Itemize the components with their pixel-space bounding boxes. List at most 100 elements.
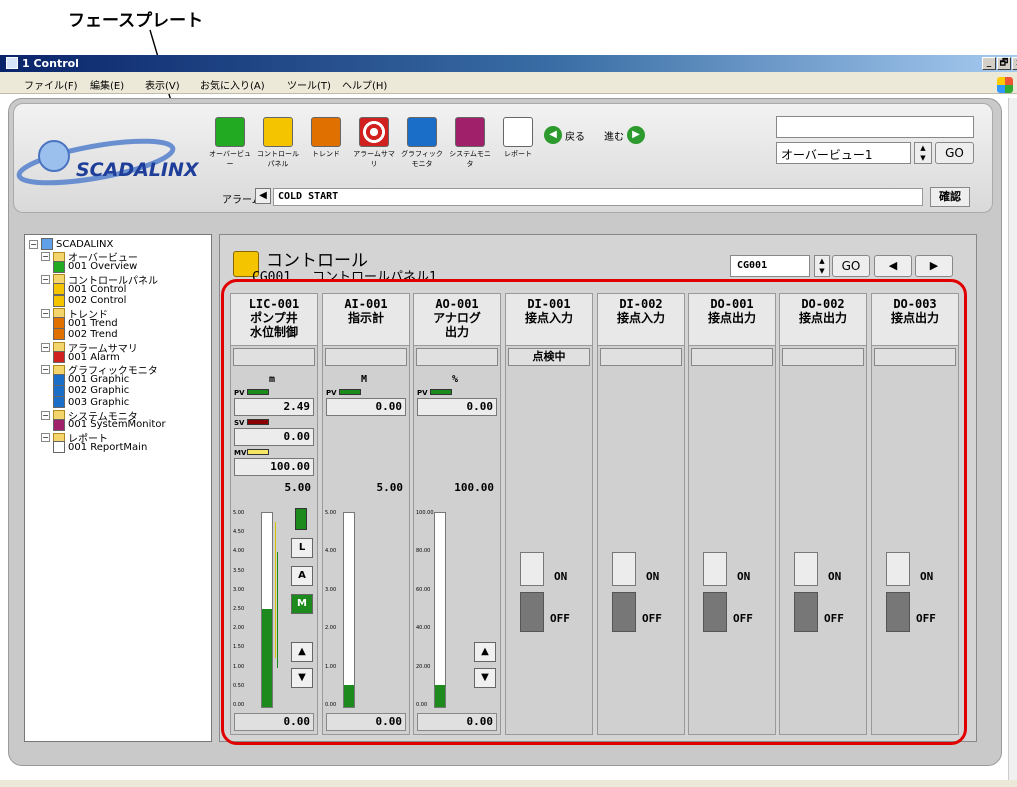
range-high-value: 5.00 bbox=[284, 481, 312, 494]
mode-button-m[interactable]: M bbox=[291, 594, 313, 614]
on-indicator[interactable] bbox=[703, 552, 727, 586]
gauge-tick-label: 3.50 bbox=[233, 568, 245, 574]
gauge-tick-label: 0.00 bbox=[416, 702, 428, 708]
overview-select[interactable]: オーバービュー1 bbox=[776, 142, 911, 164]
tree-item[interactable]: 001 SystemMonitor bbox=[53, 418, 166, 431]
toolbar-report-button[interactable]: レポート bbox=[494, 117, 542, 159]
previous-group-button[interactable]: ◀ bbox=[874, 255, 912, 277]
faceplate-status bbox=[233, 348, 315, 366]
tree-item-label: 003 Graphic bbox=[68, 396, 130, 408]
tree-item-label: 001 Alarm bbox=[68, 351, 120, 363]
lower-button[interactable]: ▼ bbox=[291, 668, 313, 688]
toolbar-overview-button[interactable]: オーバービュー bbox=[206, 117, 254, 169]
overview-spinner[interactable]: ▲ ▼ bbox=[914, 142, 932, 164]
raise-button[interactable]: ▲ bbox=[474, 642, 496, 662]
menu-edit[interactable]: 編集(E) bbox=[90, 77, 124, 92]
off-indicator[interactable] bbox=[703, 592, 727, 632]
menu-file[interactable]: ファイル(F) bbox=[24, 77, 78, 92]
control-group-spinner[interactable]: ▲ ▼ bbox=[814, 255, 830, 277]
tree-item-label: 001 Graphic bbox=[68, 374, 130, 386]
raise-button[interactable]: ▲ bbox=[291, 642, 313, 662]
overview-go-button[interactable]: GO bbox=[935, 142, 974, 164]
tree-item[interactable]: 001 ReportMain bbox=[53, 441, 147, 454]
off-indicator[interactable] bbox=[520, 592, 544, 632]
on-indicator[interactable] bbox=[520, 552, 544, 586]
off-label: OFF bbox=[916, 612, 936, 625]
address-input[interactable] bbox=[776, 116, 974, 138]
tree-collapse-icon[interactable]: − bbox=[41, 365, 50, 375]
toolbar-system-monitor-button[interactable]: システムモニタ bbox=[446, 117, 494, 169]
tree-item[interactable]: 001 Alarm bbox=[53, 351, 120, 363]
faceplate-status bbox=[416, 348, 498, 366]
on-indicator[interactable] bbox=[886, 552, 910, 586]
gauge-tick-label: 3.00 bbox=[233, 587, 245, 593]
tree-collapse-icon[interactable]: − bbox=[29, 239, 38, 249]
off-indicator[interactable] bbox=[612, 592, 636, 632]
toolbar-trend-label: トレンド bbox=[312, 150, 340, 158]
acknowledge-button[interactable]: 確認 bbox=[930, 187, 970, 207]
gauge-tick-label: 4.00 bbox=[233, 548, 245, 554]
on-label: ON bbox=[737, 570, 751, 583]
sv-indicator bbox=[247, 419, 269, 425]
toolbar-trend-button[interactable]: トレンド bbox=[302, 117, 350, 159]
faceplate-header: AI-001 指示計 bbox=[323, 294, 409, 346]
menu-help[interactable]: ヘルプ(H) bbox=[342, 77, 387, 92]
tree-collapse-icon[interactable]: − bbox=[41, 433, 50, 443]
sv-label: SV bbox=[234, 419, 245, 427]
tree-item[interactable]: − SCADALINX bbox=[29, 238, 113, 250]
tree-item-label: 002 Trend bbox=[68, 328, 118, 340]
menu-view[interactable]: 表示(V) bbox=[145, 77, 180, 92]
toolbar-alarm-label: アラームサマリ bbox=[353, 150, 395, 168]
tree-item[interactable]: 001 Graphic bbox=[53, 373, 130, 386]
tree-collapse-icon[interactable]: − bbox=[41, 342, 50, 352]
maximize-button[interactable]: 🗗 bbox=[997, 57, 1011, 70]
faceplate-description: 接点入力 bbox=[524, 311, 573, 325]
mode-button-a[interactable]: A bbox=[291, 566, 313, 586]
minimize-button[interactable]: _ bbox=[982, 57, 996, 70]
tree-item[interactable]: 001 Trend bbox=[53, 317, 118, 330]
off-indicator[interactable] bbox=[794, 592, 818, 632]
pv-indicator bbox=[339, 389, 361, 395]
tree-item-label: 002 Graphic bbox=[68, 385, 130, 397]
tree-collapse-icon[interactable]: − bbox=[41, 274, 50, 284]
tree-item[interactable]: 002 Graphic bbox=[53, 384, 130, 397]
mv-value[interactable]: 100.00 bbox=[234, 458, 314, 476]
trend-icon bbox=[53, 328, 65, 341]
menu-favorites[interactable]: お気に入り(A) bbox=[200, 77, 265, 92]
tree-item[interactable]: 001 Control bbox=[53, 283, 126, 296]
tree-collapse-icon[interactable]: − bbox=[41, 252, 50, 262]
tree-collapse-icon[interactable]: − bbox=[41, 410, 50, 420]
menu-tools[interactable]: ツール(T) bbox=[287, 77, 331, 92]
faceplate-header: AO-001 アナログ 出力 bbox=[414, 294, 500, 346]
close-button[interactable]: x bbox=[1012, 57, 1017, 70]
faceplate-description: 接点出力 bbox=[707, 311, 756, 325]
tree-item[interactable]: 002 Control bbox=[53, 294, 126, 307]
speaker-icon[interactable]: ◀ bbox=[255, 188, 271, 204]
range-high-value: 5.00 bbox=[376, 481, 404, 494]
off-label: OFF bbox=[733, 612, 753, 625]
tree-item[interactable]: 002 Trend bbox=[53, 328, 118, 341]
lower-button[interactable]: ▼ bbox=[474, 668, 496, 688]
on-indicator[interactable] bbox=[612, 552, 636, 586]
back-button[interactable]: ◀ 戻る bbox=[544, 126, 585, 144]
forward-label: 進む bbox=[604, 131, 624, 143]
gauge-tick-label: 60.00 bbox=[416, 587, 431, 593]
faceplate-status: 点検中 bbox=[508, 348, 590, 366]
control-group-go-button[interactable]: GO bbox=[832, 255, 870, 277]
level-gauge-fill bbox=[435, 685, 445, 707]
toolbar-control-panel-button[interactable]: コントロールパネル bbox=[254, 117, 302, 169]
window-scrollbar[interactable] bbox=[1008, 98, 1017, 787]
toolbar-graphic-monitor-button[interactable]: グラフィックモニタ bbox=[398, 117, 446, 169]
tree-item[interactable]: 003 Graphic bbox=[53, 396, 130, 409]
off-indicator[interactable] bbox=[886, 592, 910, 632]
toolbar-alarm-summary-button[interactable]: アラームサマリ bbox=[350, 117, 398, 169]
sv-value[interactable]: 0.00 bbox=[234, 428, 314, 446]
tree-item[interactable]: 001 Overview bbox=[53, 260, 137, 273]
mode-button-l[interactable]: L bbox=[291, 538, 313, 558]
next-group-button[interactable]: ▶ bbox=[915, 255, 953, 277]
control-group-input[interactable]: CG001 bbox=[730, 255, 810, 277]
forward-button[interactable]: 進む ▶ bbox=[604, 126, 645, 144]
tree-collapse-icon[interactable]: − bbox=[41, 308, 50, 318]
gauge-tick-label: 5.00 bbox=[233, 510, 245, 516]
on-indicator[interactable] bbox=[794, 552, 818, 586]
